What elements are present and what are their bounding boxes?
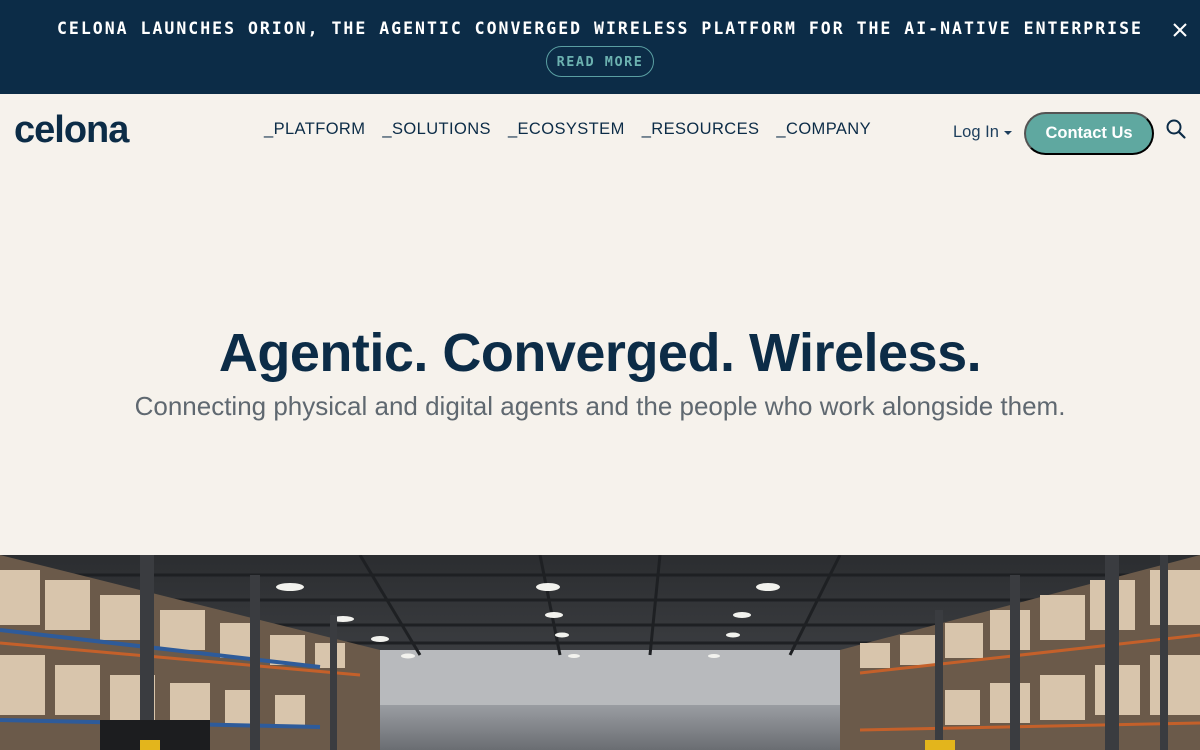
contact-us-button[interactable]: Contact Us [1024,112,1154,155]
nav-company[interactable]: _COMPANY [776,120,871,139]
read-more-button[interactable]: READ MORE [546,46,654,77]
nav-platform[interactable]: _PLATFORM [264,120,365,139]
nav-resources[interactable]: _RESOURCES [642,120,760,139]
close-icon[interactable] [1169,19,1191,41]
nav-ecosystem[interactable]: _ECOSYSTEM [508,120,625,139]
caret-down-icon [1003,130,1012,135]
search-icon[interactable] [1165,118,1187,140]
celona-logo[interactable]: celona [14,109,159,151]
svg-text:celona: celona [14,111,130,151]
hero-subtitle: Connecting physical and digital agents a… [134,391,1066,421]
announcement-banner: CELONA LAUNCHES ORION, THE AGENTIC CONVE… [0,0,1200,94]
nav-solutions[interactable]: _SOLUTIONS [382,120,491,139]
site-header: celona _PLATFORM _SOLUTIONS _ECOSYSTEM _… [0,94,1200,170]
hero-title: Agentic. Converged. Wireless. [218,323,982,383]
main-nav: _PLATFORM _SOLUTIONS _ECOSYSTEM _RESOURC… [264,120,888,139]
banner-text: CELONA LAUNCHES ORION, THE AGENTIC CONVE… [57,19,1143,38]
login-dropdown[interactable]: Log In [953,123,1012,142]
warehouse-image [0,555,1200,750]
login-label: Log In [953,123,999,141]
